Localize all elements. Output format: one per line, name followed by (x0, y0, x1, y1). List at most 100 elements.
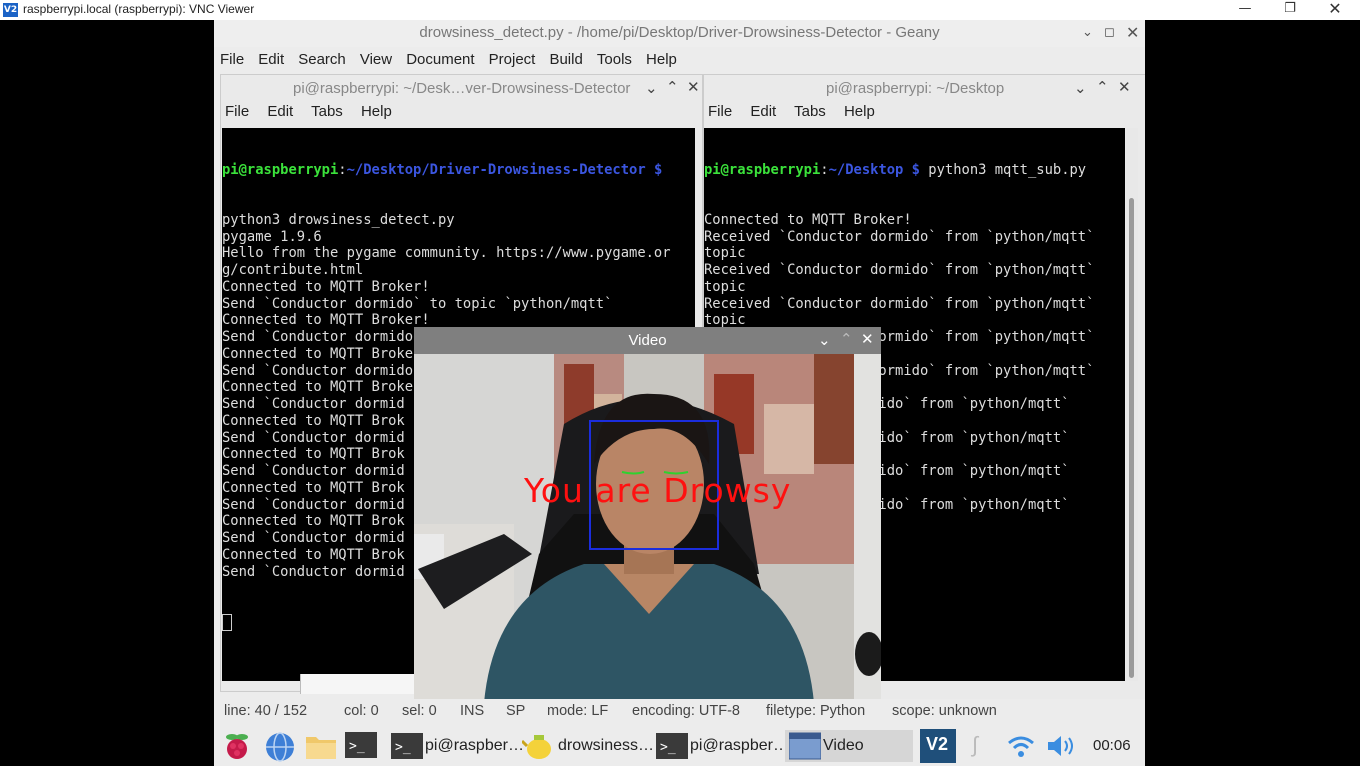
menu-file[interactable]: File (220, 48, 244, 72)
terminal-line: pygame 1.9.6 (222, 228, 322, 245)
close-icon[interactable]: ✕ (1312, 0, 1358, 20)
geany-titlebar: drowsiness_detect.py - /home/pi/Desktop/… (214, 20, 1145, 47)
webcam-image (414, 354, 883, 703)
close-icon[interactable]: ✕ (687, 78, 700, 96)
status-scope: scope: unknown (892, 703, 997, 719)
terminal-right-titlebar: pi@raspberrypi: ~/Desktop ⌄ ⌃ ✕ (704, 75, 1145, 101)
status-ins: INS (460, 703, 485, 719)
terminal-icon: >_ (391, 733, 423, 759)
menu-file[interactable]: File (708, 103, 732, 120)
menu-help[interactable]: Help (844, 103, 875, 120)
menu-tabs[interactable]: Tabs (311, 103, 343, 120)
wifi-icon[interactable] (1007, 734, 1035, 758)
status-col: col: 0 (344, 703, 379, 719)
terminal-line: Received `Conductor dormido` from `pytho… (704, 295, 1095, 312)
taskbar: >_ >_ pi@raspber… drowsiness… >_ pi@rasp… (214, 726, 1145, 766)
taskbar-item-label: pi@raspber… (425, 737, 524, 754)
terminal-line: Received `Conductor dormido` from `pytho… (704, 262, 1095, 278)
chevron-up-icon[interactable]: ⌃ (666, 78, 679, 96)
vnc-server-icon-label: V2 (926, 734, 949, 754)
status-mode: mode: LF (547, 703, 609, 719)
drowsy-alert-text: You are Drowsy (524, 471, 792, 510)
close-icon[interactable]: ✕ (1118, 78, 1131, 96)
menu-search[interactable]: Search (298, 48, 346, 72)
taskbar-item-geany[interactable]: drowsiness… (520, 730, 654, 762)
vnc-server-icon[interactable]: V2 (920, 729, 956, 763)
menu-edit[interactable]: Edit (267, 103, 293, 120)
terminal-left-titlebar: pi@raspberrypi: ~/Desk…ver-Drowsiness-De… (221, 75, 702, 101)
maximize-icon[interactable]: ◻ (1104, 25, 1115, 40)
taskbar-item-label: drowsiness… (558, 737, 655, 754)
menu-help[interactable]: Help (361, 103, 392, 120)
chevron-up-icon[interactable]: ⌃ (1096, 78, 1109, 96)
menu-help[interactable]: Help (646, 48, 677, 72)
close-icon[interactable]: ✕ (861, 330, 874, 348)
terminal-right-title: pi@raspberrypi: ~/Desktop (826, 80, 1005, 97)
prompt-path: ~/Desktop/Driver-Drowsiness-Detector $ (346, 161, 663, 178)
terminal-line: Connected to MQTT Broker! (704, 211, 912, 228)
chevron-down-icon[interactable]: ⌄ (645, 79, 658, 97)
taskbar-item-label: Video (823, 737, 864, 754)
chevron-down-icon[interactable]: ⌄ (818, 331, 831, 349)
chevron-down-icon[interactable]: ⌄ (1074, 79, 1087, 97)
status-sp: SP (506, 703, 526, 719)
prompt-command: python3 mqtt_sub.py (919, 161, 1087, 178)
menu-file[interactable]: File (225, 103, 249, 120)
menu-build[interactable]: Build (549, 48, 582, 72)
vnc-logo-icon: V2 (3, 3, 18, 17)
terminal-line: g/contribute.html (222, 262, 364, 278)
menu-edit[interactable]: Edit (258, 48, 284, 72)
restore-icon[interactable]: ❐ (1267, 0, 1313, 20)
menu-tabs[interactable]: Tabs (794, 103, 826, 120)
webcam-frame: You are Drowsy (414, 354, 883, 703)
terminal-line: Connected to MQTT Broker! (222, 278, 430, 295)
terminal-line: python3 drowsiness_detect.py (222, 211, 455, 228)
vnc-window-title: raspberrypi.local (raspberrypi): VNC Vie… (23, 2, 255, 16)
prompt-path: ~/Desktop $ (828, 161, 920, 178)
menu-view[interactable]: View (360, 48, 392, 72)
prompt-line: pi@raspberrypi:~/Desktop/Driver-Drowsine… (222, 161, 663, 178)
vnc-titlebar: V2 raspberrypi.local (raspberrypi): VNC … (0, 0, 1360, 20)
svg-text:>_: >_ (660, 740, 676, 755)
svg-text:>_: >_ (395, 740, 411, 755)
file-manager-folder-icon[interactable] (304, 731, 338, 761)
menu-project[interactable]: Project (489, 48, 536, 72)
minimize-icon[interactable]: — (1222, 0, 1268, 20)
terminal-launcher-icon[interactable]: >_ (345, 731, 377, 759)
chevron-up-icon[interactable]: ⌃ (840, 330, 853, 348)
geany-teapot-icon (522, 735, 551, 759)
terminal-line: Hello from the pygame community. https:/… (222, 245, 671, 262)
editor-line-numbers (300, 674, 417, 694)
terminal-icon: >_ (656, 733, 688, 759)
terminal-right-scrollbar[interactable] (1126, 128, 1138, 681)
status-sel: sel: 0 (402, 703, 437, 719)
window-icon (789, 732, 821, 760)
raspberry-menu-icon[interactable] (222, 731, 252, 761)
terminal-left-title: pi@raspberrypi: ~/Desk…ver-Drowsiness-De… (293, 80, 631, 97)
terminal-right-menubar: File Edit Tabs Help (708, 103, 889, 120)
geany-window-title: drowsiness_detect.py - /home/pi/Desktop/… (419, 24, 940, 41)
terminal-line: topic (704, 278, 746, 295)
taskbar-item-video[interactable]: Video (785, 730, 913, 762)
taskbar-item-label: pi@raspber… (690, 737, 789, 754)
bluetooth-icon[interactable]: ∫ (972, 732, 978, 758)
menu-edit[interactable]: Edit (750, 103, 776, 120)
prompt-user: pi@raspberrypi (704, 161, 821, 178)
geany-statusbar: line: 40 / 152 col: 0 sel: 0 INS SP mode… (214, 699, 1145, 725)
status-filetype: filetype: Python (766, 703, 866, 719)
status-line: line: 40 / 152 (224, 703, 308, 719)
video-window-title: Video (628, 332, 667, 349)
chevron-down-icon[interactable]: ⌄ (1082, 25, 1093, 40)
taskbar-item-terminal-left[interactable]: >_ pi@raspber… (387, 730, 524, 762)
terminal-line: Received `Conductor dormido` from `pytho… (704, 228, 1095, 245)
browser-globe-icon[interactable] (264, 731, 296, 763)
taskbar-item-terminal-right[interactable]: >_ pi@raspber… (652, 730, 789, 762)
terminal-left-menubar: File Edit Tabs Help (225, 103, 406, 120)
close-icon[interactable]: ✕ (1126, 23, 1139, 42)
menu-document[interactable]: Document (406, 48, 474, 72)
volume-icon[interactable] (1046, 734, 1078, 758)
video-window: Video ⌄ ⌃ ✕ You are Drowsy (414, 327, 883, 703)
scrollbar-thumb[interactable] (1129, 198, 1134, 678)
menu-tools[interactable]: Tools (597, 48, 632, 72)
video-titlebar: Video ⌄ ⌃ ✕ (414, 327, 881, 354)
